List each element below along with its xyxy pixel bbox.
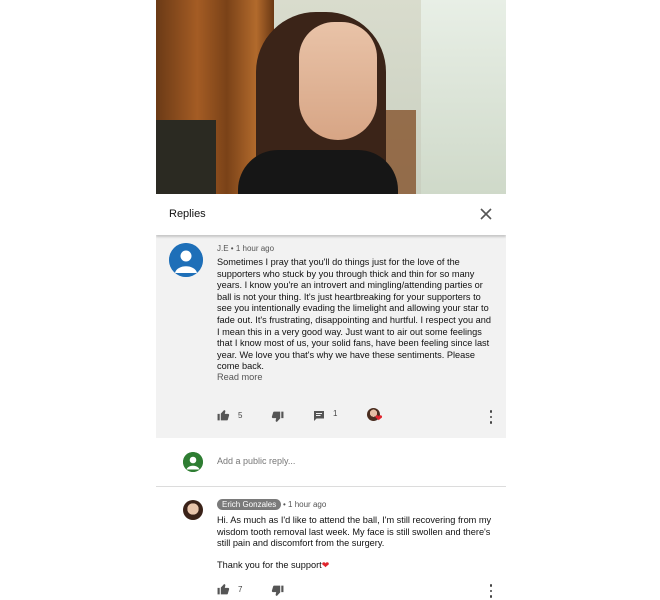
reply-thanks-text: Thank you for the support [217,560,322,570]
more-dot [489,595,493,598]
like-button[interactable]: 5 [217,409,242,421]
thumbs-down-icon [271,585,284,596]
video-person-face [299,22,377,140]
user-avatar[interactable] [183,452,203,472]
like-count: 5 [238,410,243,420]
video-window [421,0,506,194]
comment-author[interactable]: J.E [217,244,229,253]
reply-button[interactable]: 1 [313,409,338,422]
reply-text: Hi. As much as I'd like to attend the ba… [217,515,492,549]
comment-time: 1 hour ago [235,244,275,253]
thumbs-up-icon [217,584,230,595]
dislike-button[interactable] [271,411,284,423]
like-count: 7 [238,584,243,594]
avatar[interactable] [183,500,203,520]
add-reply-bar: Add a public reply... [156,438,506,487]
reply-thanks-line: Thank you for the support❤ [217,560,329,571]
heart-icon: ❤ [375,413,383,423]
replies-title: Replies [169,208,206,220]
reply-time: 1 hour ago [288,500,327,509]
more-dot [489,410,493,413]
reply-meta: • 1 hour ago [283,500,326,509]
read-more-link[interactable]: Read more [217,372,262,382]
more-dot [489,589,493,593]
reply-author-badge[interactable]: Erich Gonzales [217,499,282,510]
public-reply-input[interactable]: Add a public reply... [217,456,477,470]
creator-heart-badge[interactable]: ❤ [367,408,383,424]
comment-actions: 5 1 [156,407,506,427]
reply-icon [314,411,324,421]
more-dot [489,421,493,424]
person-icon[interactable] [169,243,203,277]
like-button[interactable]: 7 [217,583,242,595]
more-vert-icon[interactable] [488,410,494,424]
video-shadow [156,120,216,194]
thumbs-down-icon [271,411,284,422]
thumbs-up-icon [217,410,230,421]
replies-header: Replies [156,194,506,235]
reply-actions: 7 [156,583,506,599]
video-player[interactable] [156,0,506,194]
dislike-button[interactable] [271,585,284,597]
reply-count: 1 [333,409,338,418]
video-person-body [238,150,398,194]
comment-meta: J.E • 1 hour ago [217,244,274,253]
heart-icon: ❤ [321,560,330,570]
comment-text: Sometimes I pray that you'll do things j… [217,257,491,372]
close-icon[interactable] [478,206,494,222]
more-dot [489,415,493,419]
more-dot [489,584,493,587]
more-vert-icon[interactable] [488,584,494,598]
parent-comment: J.E • 1 hour ago Sometimes I pray that y… [156,235,506,438]
phone-screen: Replies J.E • 1 hour ago Sometimes I pra… [156,0,506,600]
creator-reply: Erich Gonzales • 1 hour ago Hi. As much … [156,487,506,600]
